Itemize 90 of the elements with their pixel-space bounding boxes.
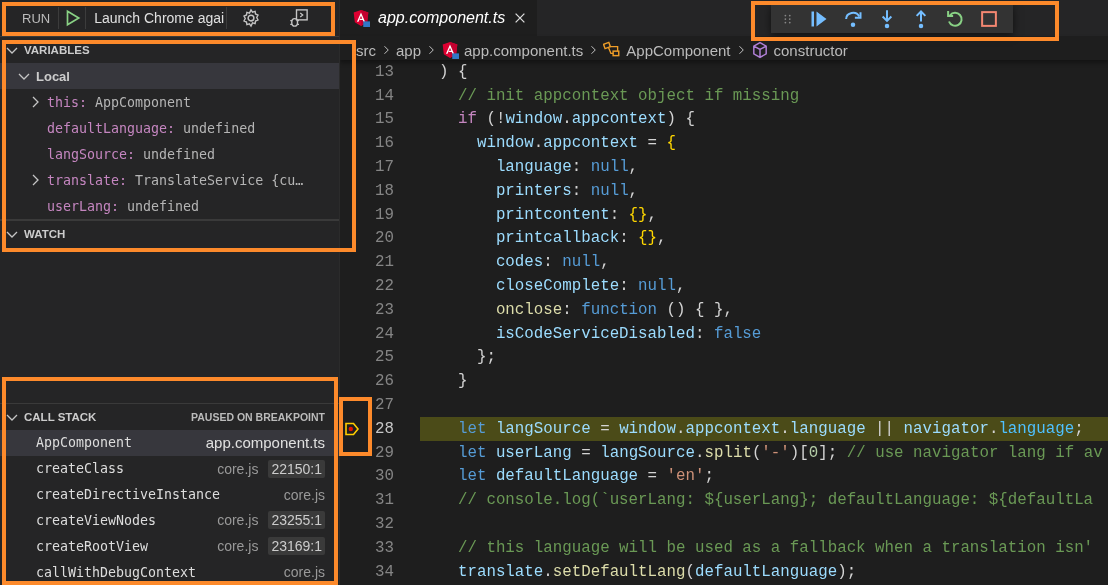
- code-line: // console.log(`userLang: ${userLang}; defaultLanguage: ${defaultLa: [456, 490, 1095, 512]
- line-number: 15: [374, 110, 394, 129]
- class-icon: [603, 41, 622, 59]
- frame-file: core.js: [217, 460, 259, 477]
- code-line: codes: null,: [494, 252, 611, 274]
- section-header[interactable]: CALL STACK: [24, 410, 97, 423]
- code-line: printers: null,: [494, 180, 640, 202]
- line-number: 16: [374, 134, 394, 153]
- line-number: 27: [374, 396, 394, 415]
- code-line: closeComplete: null,: [494, 276, 687, 298]
- code-line: isCodeServiceDisabled: false: [494, 323, 763, 345]
- angular-file-icon: [441, 41, 460, 59]
- code-line: printcallback: {},: [494, 228, 668, 250]
- frame-file: core.js: [283, 564, 325, 581]
- line-number: 33: [374, 538, 394, 557]
- breadcrumb-item[interactable]: AppComponent: [626, 41, 731, 59]
- line-number: 14: [374, 86, 394, 105]
- code-line: onclose: function () { },: [494, 299, 734, 321]
- line-number: 29: [374, 443, 394, 462]
- frame-name: createViewNodes: [36, 512, 157, 528]
- call-stack-frame[interactable]: createClass core.js 22150:1: [0, 455, 339, 482]
- frame-name: createClass: [36, 461, 125, 477]
- call-stack-frame[interactable]: createDirectiveInstance core.js: [0, 481, 339, 508]
- line-number: 30: [374, 467, 394, 486]
- call-stack-frame[interactable]: createViewNodes core.js 23255:1: [0, 507, 339, 534]
- variable-entry[interactable]: langSource: undefined: [47, 146, 216, 162]
- section-header[interactable]: WATCH: [24, 228, 66, 240]
- line-number-badge: 22150:1: [268, 459, 325, 478]
- frame-name: createDirectiveInstance: [36, 487, 221, 502]
- stop-icon[interactable]: [979, 9, 999, 29]
- line-number: 34: [374, 562, 394, 581]
- line-number: 20: [374, 229, 394, 248]
- breadcrumb-item[interactable]: src: [356, 41, 376, 59]
- code-line: language: null,: [494, 157, 640, 179]
- debug-console-icon[interactable]: [289, 8, 310, 28]
- line-number: 32: [374, 515, 394, 534]
- frame-file: core.js: [283, 486, 325, 503]
- line-number: 23: [374, 300, 394, 319]
- line-number: 17: [374, 158, 394, 177]
- breadcrumb-item[interactable]: constructor: [773, 41, 848, 59]
- frame-file: core.js: [217, 538, 259, 555]
- angular-file-icon: [352, 9, 370, 27]
- frame-name: createRootView: [36, 538, 149, 554]
- line-number: 28: [374, 419, 394, 438]
- breadcrumb-item[interactable]: app.component.ts: [464, 41, 584, 59]
- code-line: // this language will be used as a fallback when a translation isn': [456, 537, 1095, 559]
- code-line: translate.setDefaultLang(defaultLanguage);: [456, 561, 858, 583]
- line-number: 21: [374, 253, 394, 272]
- call-stack-frame[interactable]: AppComponent app.component.ts: [0, 429, 339, 456]
- line-number: 18: [374, 181, 394, 200]
- section-header[interactable]: VARIABLES: [24, 44, 90, 56]
- scope-label[interactable]: Local: [36, 68, 70, 84]
- editor-tab[interactable]: app.component.ts: [340, 0, 538, 36]
- line-number: 25: [374, 348, 394, 367]
- line-number: 24: [374, 324, 394, 343]
- frame-name: AppComponent: [36, 435, 133, 451]
- line-number: 13: [374, 62, 394, 81]
- line-number-badge: 23255:1: [268, 511, 325, 530]
- line-number-badge: 23169:1: [268, 537, 325, 556]
- continue-icon[interactable]: [809, 9, 829, 29]
- code-line: printcontent: {},: [494, 204, 659, 226]
- cube-icon: [750, 41, 769, 59]
- settings-icon[interactable]: [241, 8, 262, 28]
- variable-entry[interactable]: this: AppComponent: [47, 94, 192, 110]
- launch-config-dropdown[interactable]: Launch Chrome agai: [86, 7, 227, 29]
- code-line: if (!window.appcontext) {: [456, 109, 696, 131]
- code-line: ) {: [438, 61, 469, 83]
- step-over-icon[interactable]: [843, 9, 863, 29]
- variable-entry[interactable]: translate: TranslateService {cu…: [47, 172, 304, 188]
- variable-entry[interactable]: defaultLanguage: undefined: [47, 120, 256, 136]
- code-line: let userLang = langSource.split('-')[0]; // use navigator lang if av: [456, 442, 1104, 464]
- code-line: let defaultLanguage = 'en';: [456, 466, 715, 488]
- frame-file: core.js: [217, 512, 259, 529]
- frame-name: callWithDebugContext: [36, 564, 197, 580]
- frame-file: app.component.ts: [205, 434, 325, 452]
- line-number: 31: [374, 491, 394, 510]
- call-stack-frame[interactable]: callWithDebugContext core.js: [0, 559, 339, 585]
- code-line: };: [475, 347, 497, 369]
- line-number: 19: [374, 205, 394, 224]
- line-number: 26: [374, 372, 394, 391]
- run-title: RUN: [21, 10, 52, 26]
- code-line: // init appcontext object if missing: [456, 85, 801, 107]
- code-line: }: [456, 371, 469, 393]
- call-stack-frame[interactable]: createRootView core.js 23169:1: [0, 533, 339, 560]
- line-number: 22: [374, 277, 394, 296]
- variable-entry[interactable]: userLang: undefined: [47, 198, 200, 214]
- restart-icon[interactable]: [945, 9, 965, 29]
- debug-status: PAUSED ON BREAKPOINT: [191, 410, 325, 423]
- code-line: window.appcontext = {: [475, 133, 677, 155]
- breadcrumb-item[interactable]: app: [396, 41, 422, 59]
